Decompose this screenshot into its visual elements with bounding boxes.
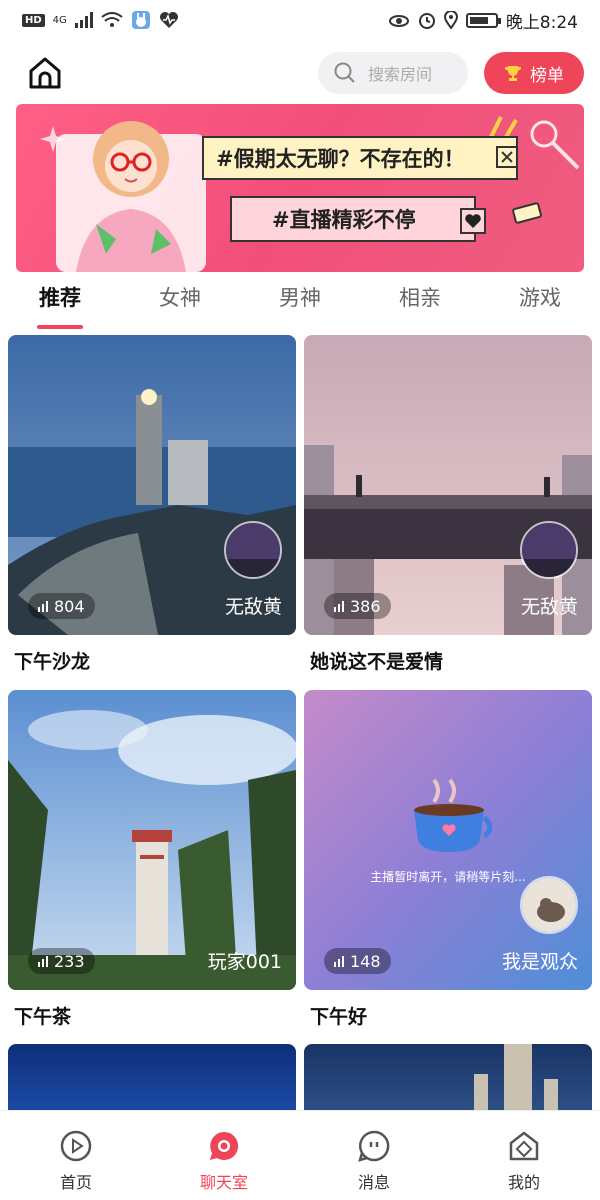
location-icon xyxy=(443,11,458,29)
room-title[interactable]: 下午沙龙 xyxy=(8,647,296,674)
eye-icon xyxy=(388,15,409,27)
room-card[interactable]: 804 无敌黄 下午沙龙 xyxy=(8,335,296,674)
network-label: 4G xyxy=(52,14,67,26)
nav-messages-label: 消息 xyxy=(357,1173,390,1192)
clock-time: 晚上8:24 xyxy=(505,12,578,33)
tab-goddess[interactable]: 女神 xyxy=(140,282,220,312)
status-right: 晚上8:24 xyxy=(388,8,578,33)
host-avatar xyxy=(520,876,578,934)
host-name: 玩家001 xyxy=(207,951,282,973)
statue-image xyxy=(474,1044,558,1110)
search-placeholder: 搜索房间 xyxy=(368,65,433,84)
nav-home-label: 首页 xyxy=(59,1173,92,1192)
tab-dating[interactable]: 相亲 xyxy=(380,282,460,312)
room-card-partial[interactable] xyxy=(304,1044,592,1110)
host-away-background xyxy=(304,690,592,990)
viewer-count: 148 xyxy=(324,948,391,974)
signal-icon xyxy=(74,12,93,28)
signal-bars-icon xyxy=(38,600,48,612)
banner-subline: #直播精彩不停 xyxy=(230,196,476,242)
host-name: 无敌黄 xyxy=(224,596,282,618)
host-name: 我是观众 xyxy=(501,951,578,973)
alarm-icon xyxy=(418,13,435,29)
bridge-city-image xyxy=(304,335,592,635)
wifi-icon xyxy=(101,12,123,27)
status-bar: HD 4G 晚上8:24 xyxy=(0,0,600,40)
room-title[interactable]: 她说这不是爱情 xyxy=(304,647,592,674)
profile-icon xyxy=(509,1131,539,1161)
message-icon xyxy=(358,1130,390,1162)
host-avatar xyxy=(224,521,282,579)
battery-sticker-icon xyxy=(512,202,542,224)
rank-button[interactable]: 榜单 xyxy=(484,52,584,94)
signal-bars-icon xyxy=(38,955,48,967)
signal-bars-icon xyxy=(334,955,344,967)
bottom-nav: 首页 聊天室 消息 我的 xyxy=(0,1110,600,1200)
host-avatar xyxy=(520,521,578,579)
viewer-count-value: 148 xyxy=(350,951,381,971)
microphone-icon xyxy=(530,120,580,170)
room-cover[interactable]: 386 无敌黄 xyxy=(304,335,592,635)
nav-chat-room-label: 聊天室 xyxy=(199,1173,248,1192)
rank-label: 榜单 xyxy=(530,65,564,86)
nav-home[interactable]: 首页 xyxy=(26,1129,126,1193)
health-icon xyxy=(159,12,178,28)
banner-headline: #假期太无聊？不存在的！ xyxy=(202,136,518,180)
room-card[interactable]: 233 玩家001 下午茶 xyxy=(8,690,296,1029)
top-bar: 搜索房间 榜单 xyxy=(0,48,600,98)
nav-profile[interactable]: 我的 xyxy=(474,1129,574,1193)
close-icon xyxy=(496,146,518,168)
nav-messages[interactable]: 消息 xyxy=(324,1129,424,1193)
tab-god[interactable]: 男神 xyxy=(260,282,340,312)
search-icon xyxy=(334,62,355,83)
hd-badge: HD xyxy=(22,13,45,27)
status-left: HD 4G xyxy=(22,10,179,30)
rabbit-app-icon xyxy=(131,11,150,29)
viewer-count: 233 xyxy=(28,948,95,974)
viewer-count-value: 233 xyxy=(54,951,85,971)
signal-bars-icon xyxy=(334,600,344,612)
play-circle-icon xyxy=(60,1130,92,1162)
room-title[interactable]: 下午好 xyxy=(304,1002,592,1029)
tab-recommended[interactable]: 推荐 xyxy=(20,282,100,312)
room-title[interactable]: 下午茶 xyxy=(8,1002,296,1029)
nav-chat-room[interactable]: 聊天室 xyxy=(174,1129,274,1193)
trophy-icon xyxy=(504,66,522,81)
home-icon[interactable] xyxy=(26,54,64,92)
lighthouse-sea-image xyxy=(8,335,296,635)
heart-icon xyxy=(460,208,486,234)
palm-lighthouse-image xyxy=(8,690,296,990)
promo-banner[interactable]: #假期太无聊？不存在的！ #直播精彩不停 xyxy=(16,104,584,272)
search-input[interactable]: 搜索房间 xyxy=(318,52,468,94)
battery-icon xyxy=(465,12,501,28)
room-cover[interactable]: 233 玩家001 xyxy=(8,690,296,990)
host-name: 无敌黄 xyxy=(520,596,578,618)
room-cover[interactable]: 804 无敌黄 xyxy=(8,335,296,635)
category-tabs: 推荐 女神 男神 相亲 游戏 xyxy=(0,282,600,332)
viewer-count-value: 386 xyxy=(350,596,381,616)
room-card-partial[interactable] xyxy=(8,1044,296,1110)
chat-room-icon xyxy=(210,1131,239,1160)
viewer-count-value: 804 xyxy=(54,596,85,616)
room-card[interactable]: 386 无敌黄 她说这不是爱情 xyxy=(304,335,592,674)
active-tab-indicator xyxy=(37,325,83,329)
tab-games[interactable]: 游戏 xyxy=(500,282,580,312)
viewer-count: 804 xyxy=(28,593,95,619)
nav-profile-label: 我的 xyxy=(507,1173,540,1192)
room-cover[interactable]: 主播暂时离开，请稍等片刻... 148 我是观众 xyxy=(304,690,592,990)
viewer-count: 386 xyxy=(324,593,391,619)
host-illustration xyxy=(56,121,206,272)
room-card[interactable]: 主播暂时离开，请稍等片刻... 148 我是观众 下午好 xyxy=(304,690,592,1029)
